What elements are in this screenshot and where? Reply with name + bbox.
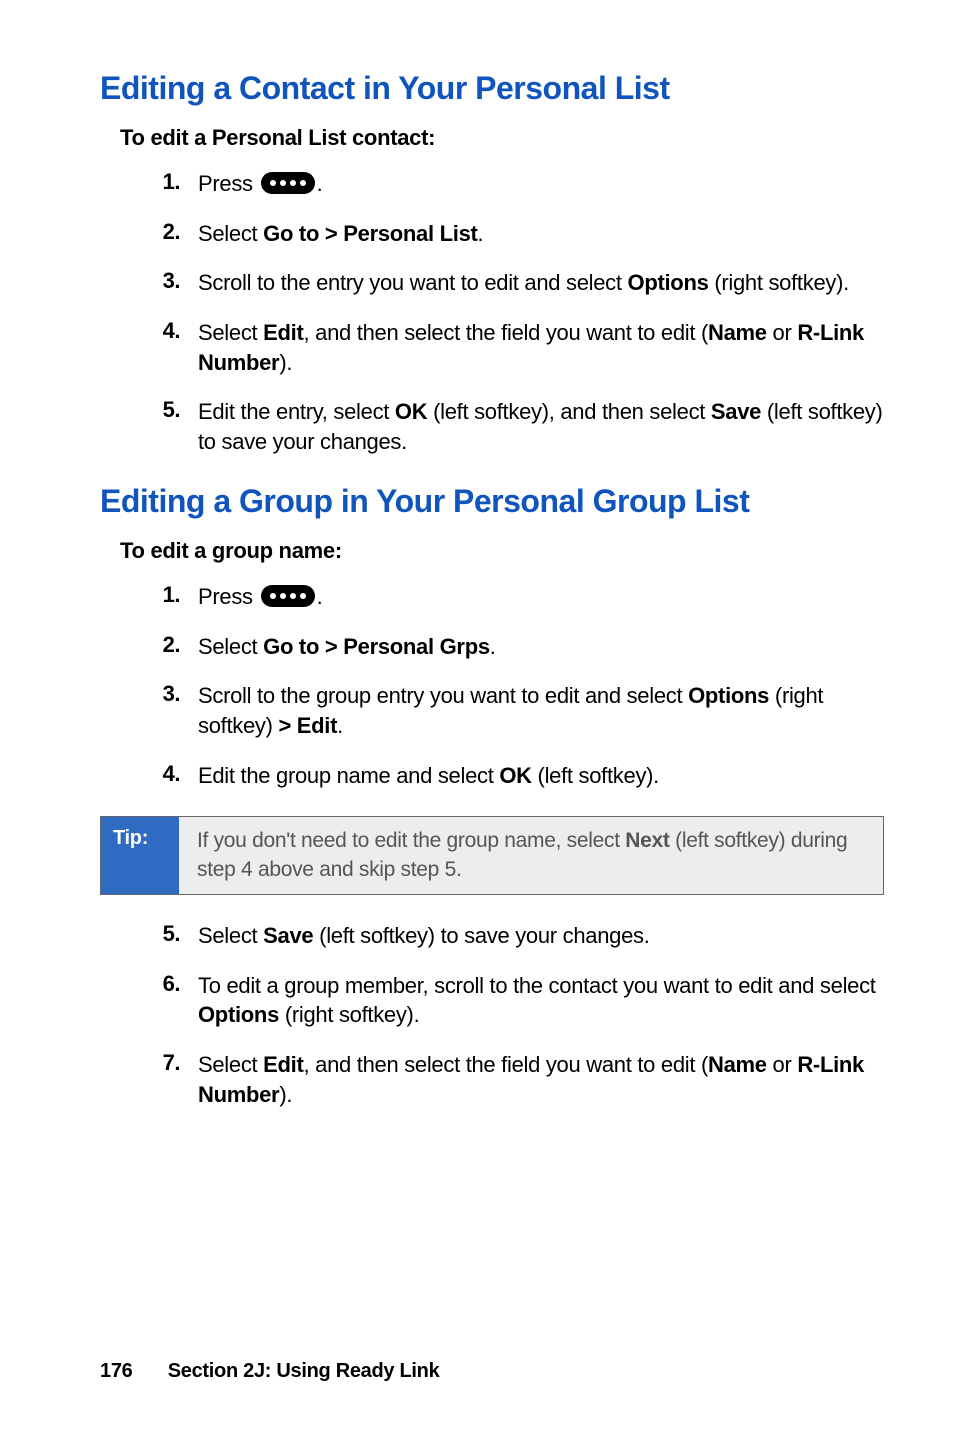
bold-text: Next (625, 829, 669, 852)
step-number: 3. (100, 268, 198, 294)
page-footer: 176 Section 2J: Using Ready Link (100, 1360, 439, 1383)
text: . (490, 634, 496, 659)
text: Scroll to the entry you want to edit and… (198, 270, 628, 295)
step-number: 1. (100, 169, 198, 195)
text: . (317, 584, 323, 609)
step-body: Edit the entry, select OK (left softkey)… (198, 397, 884, 456)
tip-callout: Tip: If you don't need to edit the group… (100, 816, 884, 895)
menu-key-icon (261, 172, 315, 194)
step-body: Press . (198, 169, 884, 199)
step-body: Select Save (left softkey) to save your … (198, 921, 884, 951)
step-body: Scroll to the entry you want to edit and… (198, 268, 884, 298)
step-a4: 4. Select Edit, and then select the fiel… (100, 318, 884, 377)
step-body: Scroll to the group entry you want to ed… (198, 681, 884, 740)
text: Edit the group name and select (198, 763, 499, 788)
heading-edit-contact: Editing a Contact in Your Personal List (100, 70, 884, 107)
step-b4: 4. Edit the group name and select OK (le… (100, 761, 884, 791)
text: . (337, 713, 343, 738)
subheading-edit-group-name: To edit a group name: (120, 538, 884, 564)
text: Select (198, 221, 263, 246)
tip-label: Tip: (101, 817, 179, 894)
steps-list-b-top: 1. Press . 2. Select Go to > Personal Gr… (100, 582, 884, 790)
step-number: 2. (100, 632, 198, 658)
text: . (317, 171, 323, 196)
step-a2: 2. Select Go to > Personal List. (100, 219, 884, 249)
text: Select (198, 320, 263, 345)
text: , and then select the field you want to … (304, 320, 708, 345)
section-label: Section 2J: Using Ready Link (168, 1360, 440, 1382)
text: . (478, 221, 484, 246)
step-body: Select Edit, and then select the field y… (198, 318, 884, 377)
document-page: Editing a Contact in Your Personal List … (0, 0, 954, 1431)
step-body: Select Edit, and then select the field y… (198, 1050, 884, 1109)
text: If you don't need to edit the group name… (197, 829, 625, 852)
step-body: Select Go to > Personal List. (198, 219, 884, 249)
step-a1: 1. Press . (100, 169, 884, 199)
text: Press (198, 584, 259, 609)
text: Select (198, 923, 263, 948)
step-b7: 7. Select Edit, and then select the fiel… (100, 1050, 884, 1109)
text: Press (198, 171, 259, 196)
step-body: Edit the group name and select OK (left … (198, 761, 884, 791)
bold-text: Edit (263, 1052, 303, 1077)
step-number: 6. (100, 971, 198, 997)
bold-text: Options (688, 683, 769, 708)
bold-text: Options (628, 270, 709, 295)
text: or (767, 320, 798, 345)
step-number: 2. (100, 219, 198, 245)
step-b1: 1. Press . (100, 582, 884, 612)
subheading-edit-personal-contact: To edit a Personal List contact: (120, 125, 884, 151)
text: To edit a group member, scroll to the co… (198, 973, 876, 998)
bold-text: > Edit (278, 713, 337, 738)
bold-text: Name (708, 320, 767, 345)
step-a3: 3. Scroll to the entry you want to edit … (100, 268, 884, 298)
text: (right softkey). (709, 270, 849, 295)
heading-edit-group: Editing a Group in Your Personal Group L… (100, 483, 884, 520)
step-number: 4. (100, 318, 198, 344)
bold-text: Go to > Personal Grps (263, 634, 490, 659)
bold-text: Save (711, 399, 761, 424)
text: Select (198, 634, 263, 659)
steps-list-b-bottom: 5. Select Save (left softkey) to save yo… (100, 921, 884, 1109)
text: (left softkey), and then select (427, 399, 711, 424)
step-number: 3. (100, 681, 198, 707)
step-b6: 6. To edit a group member, scroll to the… (100, 971, 884, 1030)
text: (right softkey). (279, 1002, 419, 1027)
bold-text: Options (198, 1002, 279, 1027)
bold-text: Go to > Personal List (263, 221, 477, 246)
step-b5: 5. Select Save (left softkey) to save yo… (100, 921, 884, 951)
text: Edit the entry, select (198, 399, 395, 424)
page-number: 176 (100, 1360, 132, 1382)
step-number: 1. (100, 582, 198, 608)
bold-text: Save (263, 923, 313, 948)
bold-text: Edit (263, 320, 303, 345)
text: Select (198, 1052, 263, 1077)
text: or (767, 1052, 798, 1077)
tip-body: If you don't need to edit the group name… (179, 817, 883, 894)
steps-list-a: 1. Press . 2. Select Go to > Personal Li… (100, 169, 884, 457)
step-body: To edit a group member, scroll to the co… (198, 971, 884, 1030)
text: ). (279, 350, 292, 375)
bold-text: Name (708, 1052, 767, 1077)
text: ). (279, 1082, 292, 1107)
text: (left softkey) to save your changes. (313, 923, 649, 948)
menu-key-icon (261, 585, 315, 607)
step-number: 5. (100, 921, 198, 947)
step-b3: 3. Scroll to the group entry you want to… (100, 681, 884, 740)
text: (left softkey). (532, 763, 659, 788)
step-a5: 5. Edit the entry, select OK (left softk… (100, 397, 884, 456)
step-number: 7. (100, 1050, 198, 1076)
step-number: 4. (100, 761, 198, 787)
bold-text: OK (499, 763, 531, 788)
text: Scroll to the group entry you want to ed… (198, 683, 688, 708)
step-number: 5. (100, 397, 198, 423)
bold-text: OK (395, 399, 427, 424)
step-b2: 2. Select Go to > Personal Grps. (100, 632, 884, 662)
step-body: Select Go to > Personal Grps. (198, 632, 884, 662)
text: , and then select the field you want to … (304, 1052, 708, 1077)
step-body: Press . (198, 582, 884, 612)
